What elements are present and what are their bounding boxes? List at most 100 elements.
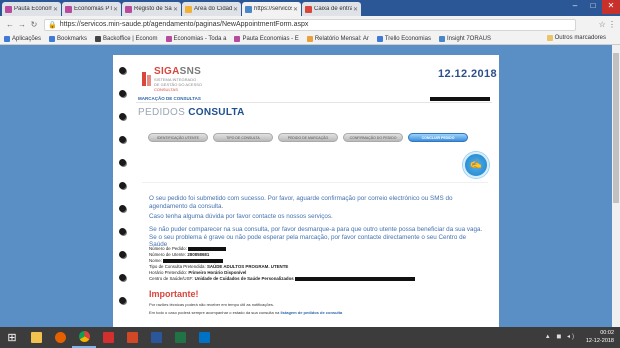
powerpoint-icon[interactable]: [120, 327, 144, 348]
window-controls: – □ ✕: [566, 0, 620, 14]
bookmark-favicon-icon: [306, 35, 313, 42]
notebook-spiral: [119, 67, 129, 320]
spiral-ring: [119, 274, 126, 281]
bookmark-label: Relatório Mensal: Ar: [314, 35, 369, 42]
bookmark-item[interactable]: Relatório Mensal: Ar: [306, 35, 369, 42]
bookmark-item[interactable]: Insight 7ORAUS: [438, 35, 492, 42]
breadcrumb-item[interactable]: MARCAÇÃO DE CONSULTAS: [138, 96, 201, 101]
back-button[interactable]: ←: [4, 20, 16, 29]
step-booking-request: PEDIDO DE MARCAÇÃO: [278, 133, 338, 142]
tab-favicon-icon: [5, 5, 12, 13]
excel-icon[interactable]: [168, 327, 192, 348]
star-icon: [49, 35, 56, 42]
breadcrumb: MARCAÇÃO DE CONSULTAS: [136, 96, 492, 103]
spiral-ring: [119, 251, 126, 258]
detail-value: SAÚDE ADULTOS PROGRAM. UTENTE: [206, 264, 289, 270]
bookmark-label: Trello Economias: [384, 35, 431, 42]
browser-tab[interactable]: Pauta Economias - O✕: [2, 2, 61, 16]
forward-button[interactable]: →: [16, 20, 28, 29]
spiral-ring: [119, 136, 126, 143]
chrome-icon[interactable]: [72, 327, 96, 348]
tab-favicon-icon: [185, 5, 192, 13]
bookmark-label: Pauta Economias - E: [242, 35, 299, 42]
wizard-steps: IDENTIFICAÇÃO UTENTE TIPO DE CONSULTA PE…: [148, 133, 473, 142]
bookmark-item[interactable]: Backoffice | Econom: [95, 35, 158, 42]
address-toolbar: ← → ↻ 🔒 https://servicos.min-saude.pt/ag…: [0, 16, 620, 33]
tab-favicon-icon: [245, 5, 252, 13]
clock-date: 12-12-2018: [585, 338, 614, 344]
reload-button[interactable]: ↻: [28, 20, 40, 29]
tracking-note: Em todo o caso poderá sempre acompanhar …: [149, 310, 342, 315]
clock[interactable]: 00:02 12-12-2018: [586, 329, 614, 345]
tab-title: Área do Cidadão: [194, 6, 232, 12]
spiral-ring: [119, 205, 126, 212]
browser-tab[interactable]: Economias PT - qual✕: [62, 2, 121, 16]
bookmark-label: Backoffice | Econom: [103, 35, 158, 42]
other-bookmarks[interactable]: Outros marcadores: [546, 35, 606, 41]
tab-favicon-icon: [125, 5, 132, 13]
windows-start-icon[interactable]: ⊞: [0, 327, 24, 348]
request-list-link[interactable]: listagem de pedidos de consulta: [280, 310, 342, 315]
bookmark-favicon-icon: [165, 35, 172, 42]
system-tray-icons[interactable]: ▲ ◼ ◂): [545, 333, 576, 340]
url-input[interactable]: 🔒 https://servicos.min-saude.pt/agendame…: [44, 18, 576, 31]
bookmark-item[interactable]: Trello Economias: [376, 35, 431, 42]
bookmark-item[interactable]: Aplicações: [4, 35, 42, 42]
close-window-button[interactable]: ✕: [602, 0, 620, 14]
close-tab-icon[interactable]: ✕: [353, 6, 358, 13]
step-request-confirmation: CONFIRMAÇÃO DO PEDIDO: [343, 133, 403, 142]
browser-tab[interactable]: Área do Cidadão✕: [182, 2, 241, 16]
scrollbar-thumb[interactable]: [613, 53, 619, 203]
gmail-icon: [305, 5, 312, 13]
divider: [142, 182, 488, 183]
close-tab-icon[interactable]: ✕: [53, 6, 58, 13]
spiral-ring: [119, 228, 126, 235]
spiral-ring: [119, 113, 126, 120]
technical-note: Por razões técnicas poderá não receber e…: [149, 302, 274, 307]
lock-icon: 🔒: [48, 21, 57, 29]
browser-tab-active[interactable]: https://servicos.min-s✕: [242, 2, 301, 16]
file-explorer-icon[interactable]: [24, 327, 48, 348]
tab-title: Registo de Saúde Elr: [134, 6, 172, 12]
bookmark-label: Aplicações: [12, 35, 42, 42]
close-tab-icon[interactable]: ✕: [293, 6, 298, 13]
firefox-icon[interactable]: [48, 327, 72, 348]
browser-menu-icon[interactable]: ☆ ⋮: [576, 20, 616, 29]
close-tab-icon[interactable]: ✕: [113, 6, 118, 13]
spiral-ring: [119, 67, 126, 74]
tab-title: Economias PT - qual: [74, 6, 112, 12]
apps-icon: [4, 35, 10, 42]
bookmark-item[interactable]: Economias - Toda a: [165, 35, 226, 42]
logo-icon: [142, 72, 151, 86]
url-text: https://servicos.min-saude.pt/agendament…: [59, 21, 309, 28]
trello-icon: [376, 35, 383, 42]
acrobat-icon[interactable]: [96, 327, 120, 348]
browser-tab[interactable]: Registo de Saúde Elr✕: [122, 2, 181, 16]
detail-label: Número de Utente:: [149, 252, 187, 258]
maximize-button[interactable]: □: [584, 0, 602, 14]
detail-label: Horário Pretendido:: [149, 270, 188, 276]
outlook-icon[interactable]: [192, 327, 216, 348]
bookmark-item[interactable]: Bookmarks: [49, 35, 87, 42]
page-title: PEDIDOS CONSULTA: [138, 107, 245, 118]
siga-sns-logo[interactable]: SIGASNS SISTEMA INTEGRADO DE GESTÃO DO A…: [142, 66, 202, 92]
logo-accent: SNS: [179, 66, 202, 77]
detail-value: 280858681: [187, 252, 210, 258]
success-message: O seu pedido foi submetido com sucesso. …: [149, 195, 453, 210]
bookmark-label: Insight 7ORAUS: [446, 35, 492, 42]
browser-tab[interactable]: Caixa de entrada (1✕: [302, 2, 361, 16]
close-tab-icon[interactable]: ✕: [173, 6, 178, 13]
step-patient-identification: IDENTIFICAÇÃO UTENTE: [148, 133, 208, 142]
bookmark-item[interactable]: Pauta Economias - E: [234, 35, 299, 42]
detail-health-center: Centro de Saúde/USF: Unidade de Cuidados…: [149, 276, 415, 282]
minimize-button[interactable]: –: [566, 0, 584, 14]
close-tab-icon[interactable]: ✕: [233, 6, 238, 13]
tab-title: Caixa de entrada (1: [314, 6, 352, 12]
page-date: 12.12.2018: [438, 68, 498, 80]
logo-title: SIGASNS: [154, 66, 202, 77]
word-icon[interactable]: [144, 327, 168, 348]
tab-favicon-icon: [65, 5, 72, 13]
redacted-value: [163, 259, 224, 264]
folder-icon: [546, 35, 553, 41]
page-scrollbar[interactable]: [612, 45, 620, 327]
